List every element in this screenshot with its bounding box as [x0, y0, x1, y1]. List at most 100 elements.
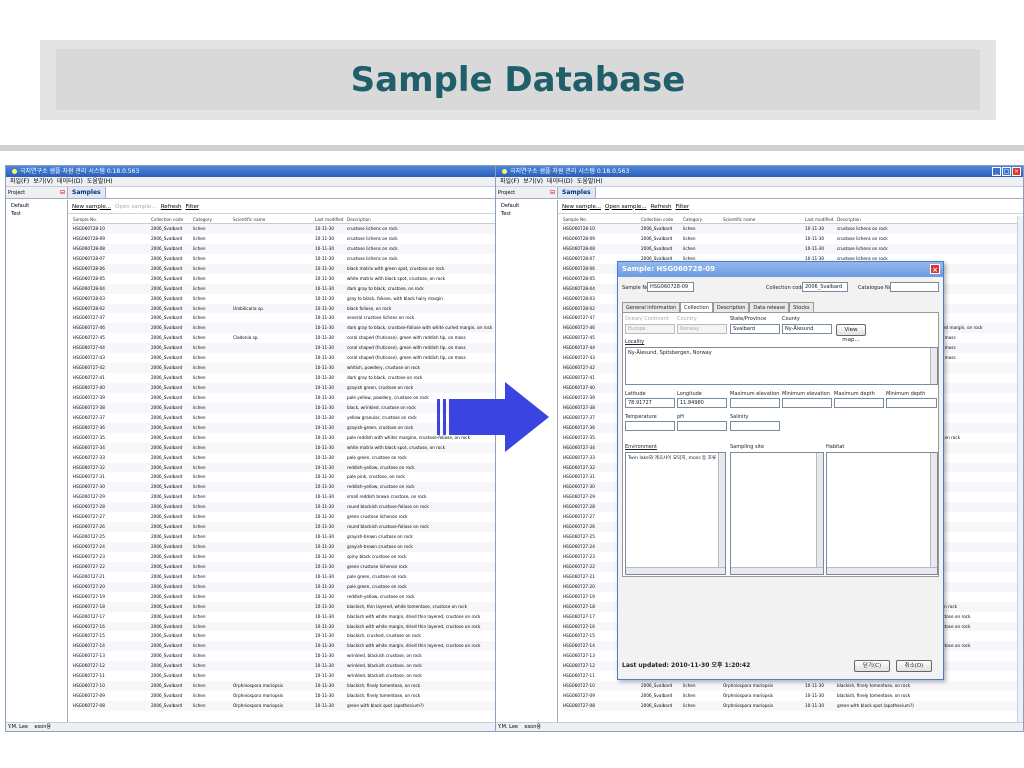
table-row[interactable]: HSG060727-20 2006_Svalbard lichen 10-11-30 p… — [72, 581, 495, 592]
maximize-icon[interactable]: □ — [1002, 167, 1011, 176]
column-header[interactable]: Last modified — [804, 216, 837, 223]
table-row[interactable]: HSG060727-18 2006_Svalbard lichen 10-11-30 b… — [72, 601, 495, 612]
tab-data-release[interactable]: Data release — [749, 302, 790, 312]
close-icon[interactable]: × — [930, 264, 940, 274]
table-row[interactable]: HSG060727-29 2006_Svalbard lichen 10-11-30 s… — [72, 492, 495, 502]
table-row[interactable]: HSG060727-31 2006_Svalbard lichen 10-11-30 p… — [72, 472, 495, 482]
menu-view[interactable]: 보기(V) — [33, 177, 53, 186]
project-item-test[interactable]: Test — [498, 210, 555, 218]
temperature-field[interactable] — [625, 421, 675, 431]
table-row[interactable]: HSG060727-30 2006_Svalbard lichen 10-11-30 r… — [72, 482, 495, 493]
table-row[interactable]: HSG060728-10 2006_Svalbard lichen 10-11-30 c… — [562, 224, 1023, 234]
table-row[interactable]: HSG060727-21 2006_Svalbard lichen 10-11-30 p… — [72, 572, 495, 582]
table-row[interactable]: HSG060727-372006_Svalbardlichen10-11-30y… — [72, 413, 495, 423]
menu-data[interactable]: 데이터(D) — [547, 177, 573, 186]
habitat-scrollbar[interactable] — [930, 453, 937, 574]
locality-textarea[interactable]: Ny-Ålesund, Spitsbergen, Norway — [625, 347, 938, 385]
table-row[interactable]: HSG060728-09 2006_Svalbard lichen 10-11-30 c… — [72, 234, 495, 244]
longitude-field[interactable]: 11.84980 — [677, 398, 727, 408]
table-row[interactable]: HSG060728-02 2006_Svalbard lichen Umbilicar… — [72, 303, 495, 314]
table-row[interactable]: HSG060727-352006_Svalbardlichen10-11-30p… — [72, 433, 495, 443]
habitat-hscrollbar[interactable] — [827, 567, 937, 574]
min-depth-field[interactable] — [886, 398, 937, 408]
environment-hscrollbar[interactable] — [626, 567, 725, 574]
min-elevation-field[interactable] — [782, 398, 832, 408]
refresh-button[interactable]: Refresh — [651, 204, 672, 210]
table-row[interactable]: HSG060727-44 2006_Svalbard lichen 10-11-30 c… — [72, 343, 495, 354]
delete-button[interactable]: 취소(D) — [896, 660, 932, 672]
table-row[interactable]: HSG060727-33 2006_Svalbard lichen 10-11-30 p… — [72, 453, 495, 463]
open-sample-button[interactable]: Open sample... — [115, 204, 157, 210]
menu-file[interactable]: 파일(F) — [10, 177, 29, 186]
catalogue-no-field[interactable] — [890, 282, 939, 292]
table-row[interactable]: HSG060727-08 2006_Svalbard lichen Orphniosp… — [562, 701, 1023, 711]
table-row[interactable]: HSG060727-19 2006_Svalbard lichen 10-11-30 r… — [72, 592, 495, 602]
column-header[interactable]: Description — [347, 216, 495, 223]
locality-scrollbar[interactable] — [930, 348, 937, 384]
refresh-button[interactable]: Refresh — [161, 204, 182, 210]
salinity-field[interactable] — [730, 421, 780, 431]
column-header[interactable]: Description — [837, 216, 1023, 223]
menu-file[interactable]: 파일(F) — [500, 177, 519, 186]
view-map-button[interactable]: View map... — [836, 324, 866, 343]
open-sample-button[interactable]: Open sample... — [605, 204, 647, 210]
table-row[interactable]: HSG060728-08 2006_Svalbard lichen 10-11-30 c… — [562, 243, 1023, 254]
column-header[interactable]: Collection code — [150, 216, 192, 223]
table-row[interactable]: HSG060727-13 2006_Svalbard lichen 10-11-30 w… — [72, 651, 495, 661]
close-icon[interactable]: × — [1012, 167, 1021, 176]
column-header[interactable]: Sample No. — [562, 216, 640, 223]
column-header[interactable]: Collection code — [640, 216, 682, 223]
menu-help[interactable]: 도움말(H) — [577, 177, 603, 186]
table-row[interactable]: HSG060727-402006_Svalbardlichen10-11-30g… — [72, 383, 495, 393]
table-row[interactable]: HSG060728-08 2006_Svalbard lichen 10-11-30 c… — [72, 243, 495, 254]
state-field[interactable]: Svalbard — [730, 324, 780, 334]
column-header[interactable]: Scientific name — [722, 216, 804, 223]
table-row[interactable]: HSG060728-06 2006_Svalbard lichen 10-11-30 b… — [72, 263, 495, 274]
table-row[interactable]: HSG060727-10 2006_Svalbard lichen Orphniosp… — [72, 681, 495, 692]
table-scrollbar[interactable] — [1017, 216, 1023, 722]
project-item-test[interactable]: Test — [8, 210, 65, 218]
column-header[interactable]: Sample No. — [72, 216, 150, 223]
table-row[interactable]: HSG060727-42 2006_Svalbard lichen 10-11-30 w… — [72, 363, 495, 374]
table-row[interactable]: HSG060727-382006_Svalbardlichen10-11-30b… — [72, 402, 495, 413]
table-row[interactable]: HSG060727-08 2006_Svalbard lichen Orphniosp… — [72, 701, 495, 711]
menu-view[interactable]: 보기(V) — [523, 177, 543, 186]
table-row[interactable]: HSG060727-27 2006_Svalbard lichen 10-11-30 g… — [72, 512, 495, 522]
table-row[interactable]: HSG060728-04 2006_Svalbard lichen 10-11-30 d… — [72, 283, 495, 294]
column-header[interactable]: Scientific name — [232, 216, 314, 223]
table-row[interactable]: HSG060727-14 2006_Svalbard lichen 10-11-30 b… — [72, 641, 495, 652]
country-select[interactable]: Norway — [677, 324, 727, 334]
column-header[interactable]: Last modified — [314, 216, 347, 223]
menu-help[interactable]: 도움말(H) — [87, 177, 113, 186]
filter-button[interactable]: Filter — [185, 204, 199, 210]
sampling-hscrollbar[interactable] — [731, 567, 823, 574]
habitat-textarea[interactable] — [826, 452, 938, 575]
column-header[interactable]: Category — [682, 216, 722, 223]
table-row[interactable]: HSG060727-15 2006_Svalbard lichen 10-11-30 b… — [72, 631, 495, 641]
table-row[interactable]: HSG060727-46 2006_Svalbard lichen 10-11-30 d… — [72, 323, 495, 334]
table-row[interactable]: HSG060727-342006_Svalbardlichen10-11-30w… — [72, 442, 495, 453]
tab-collection[interactable]: Collection — [680, 302, 713, 312]
sampling-site-textarea[interactable] — [730, 452, 824, 575]
new-sample-button[interactable]: New sample... — [72, 204, 111, 210]
table-row[interactable]: HSG060728-05 2006_Svalbard lichen 10-11-30 w… — [72, 274, 495, 284]
environment-textarea[interactable]: Twin lake와 계곡사이 묘덕지, moss 등 조류 — [625, 452, 726, 575]
tab-description[interactable]: Description — [712, 302, 750, 312]
tab-samples[interactable]: Samples — [68, 187, 106, 198]
table-row[interactable]: HSG060727-09 2006_Svalbard lichen Orphniosp… — [562, 691, 1023, 701]
table-row[interactable]: HSG060727-412006_Svalbardlichen10-11-30d… — [72, 373, 495, 383]
close-button[interactable]: 닫기(C) — [854, 660, 890, 672]
minimize-icon[interactable]: _ — [992, 167, 1001, 176]
ph-field[interactable] — [677, 421, 727, 431]
table-row[interactable]: HSG060728-10 2006_Svalbard lichen 10-11-30 c… — [72, 224, 495, 234]
county-field[interactable]: Ny-Ålesund — [782, 324, 832, 334]
menu-data[interactable]: 데이터(D) — [57, 177, 83, 186]
table-row[interactable]: HSG060727-25 2006_Svalbard lichen 10-11-30 g… — [72, 532, 495, 542]
tab-general-information[interactable]: General information — [622, 302, 681, 312]
table-row[interactable]: HSG060727-17 2006_Svalbard lichen 10-11-30 b… — [72, 612, 495, 622]
max-elevation-field[interactable] — [730, 398, 780, 408]
new-sample-button[interactable]: New sample... — [562, 204, 601, 210]
table-row[interactable]: HSG060728-09 2006_Svalbard lichen 10-11-30 c… — [562, 234, 1023, 244]
table-row[interactable]: HSG060727-392006_Svalbardlichen10-11-30p… — [72, 393, 495, 403]
table-row[interactable]: HSG060727-24 2006_Svalbard lichen 10-11-30 g… — [72, 542, 495, 552]
